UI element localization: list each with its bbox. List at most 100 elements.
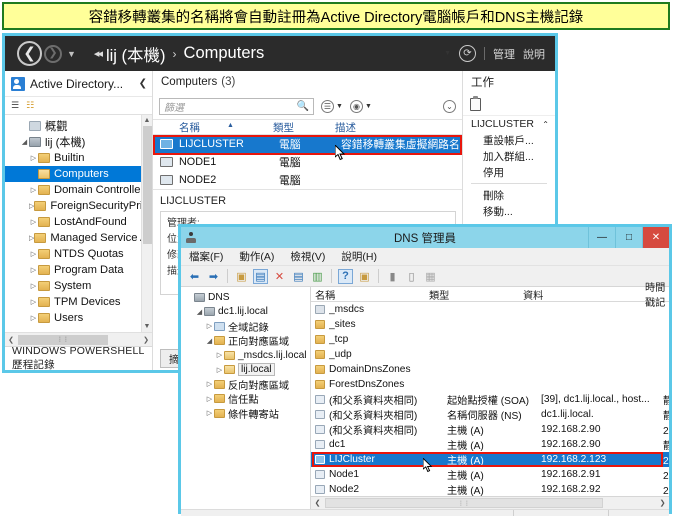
column-header-type[interactable]: 類型 [273, 120, 335, 135]
dns-record-row[interactable]: Node2 主機 (A) 192.168.2.92 2012/12/9 上午 [311, 482, 669, 496]
help-menu[interactable]: 說明 [523, 46, 545, 62]
dns-record-row[interactable]: DomainDnsZones [311, 362, 669, 377]
dns-record-row[interactable]: _msdcs [311, 302, 669, 317]
task-item-刪除[interactable]: 刪除 [463, 187, 555, 203]
expand-filter-button[interactable]: ⌄ [443, 99, 456, 113]
tree-item-domain-controllers[interactable]: ▷ Domain Controllers [5, 182, 152, 198]
close-button[interactable]: ✕ [642, 227, 669, 248]
expander-collapsed-icon[interactable]: ▷ [29, 298, 38, 306]
dns-record-row[interactable]: LIJCluster主機 (A)192.168.2.1232012/12/9 下… [311, 452, 669, 467]
expander-collapsed-icon[interactable]: ▷ [215, 351, 224, 359]
scroll-up-icon[interactable]: ▲ [142, 115, 152, 126]
expander-collapsed-icon[interactable]: ▷ [29, 266, 38, 274]
dns-tree-item-lij.local[interactable]: ▷ lij.local [181, 363, 310, 378]
dns-record-row[interactable]: ForestDnsZones [311, 377, 669, 392]
scrollbar-thumb[interactable] [143, 126, 152, 244]
dns-record-row[interactable]: (和父系資料夾相同) 起始點授權 (SOA) [39], dc1.lij.local… [311, 392, 669, 407]
hscrollbar-thumb[interactable]: ⋮⋮ [18, 334, 108, 345]
filter-criteria-button[interactable]: ☰ ▼ [321, 99, 343, 113]
scroll-down-icon[interactable]: ▼ [142, 321, 152, 332]
scroll-right-icon[interactable]: ❯ [656, 499, 669, 507]
task-item-停用[interactable]: 停用 [463, 164, 555, 180]
tree-vertical-scrollbar[interactable]: ▲ ▼ [141, 115, 152, 332]
refresh-list-icon[interactable]: ▦ [423, 269, 438, 284]
properties-icon[interactable]: ▤ [291, 269, 306, 284]
export-list-icon[interactable]: ▥ [310, 269, 325, 284]
new-zone-icon[interactable]: ▣ [357, 269, 372, 284]
powershell-history-bar[interactable]: WINDOWS POWERSHELL 歷程記錄 [5, 345, 152, 371]
dns-hscrollbar-thumb[interactable]: ⋮⋮ [325, 498, 603, 508]
dns-horizontal-scrollbar[interactable]: ❮ ⋮⋮ ❯ [311, 496, 669, 509]
table-row[interactable]: NODE2 電腦 [153, 171, 462, 189]
tree-item-managed-service-ac[interactable]: ▷ Managed Service Ac [5, 230, 152, 246]
dns-column-type[interactable]: 類型 [429, 287, 523, 302]
expander-open-icon[interactable]: ◢ [20, 138, 29, 146]
expander-collapsed-icon[interactable]: ▷ [29, 282, 38, 290]
show-hide-tree-icon[interactable]: ▤ [253, 268, 268, 284]
menu-說明h[interactable]: 說明(H) [341, 249, 377, 264]
tasks-object-header[interactable]: LIJCLUSTER ⌃ [463, 115, 555, 132]
menu-檢視v[interactable]: 檢視(V) [290, 249, 325, 264]
minimize-button[interactable]: — [588, 227, 615, 248]
expander-collapsed-icon[interactable]: ▷ [205, 322, 214, 330]
server-icon[interactable]: ▮ [385, 269, 400, 284]
page-icon[interactable]: ▯ [404, 269, 419, 284]
column-header-description[interactable]: 描述 [335, 120, 462, 135]
expander-collapsed-icon[interactable]: ▷ [215, 366, 224, 374]
tree-item-builtin[interactable]: ▷ Builtin [5, 150, 152, 166]
filter-input[interactable]: 篩選 🔍 [159, 97, 314, 115]
tree-item-computers[interactable]: Computers [5, 166, 152, 182]
up-folder-icon[interactable]: ▣ [234, 269, 249, 284]
delete-icon[interactable]: ✕ [272, 269, 287, 284]
dns-tree-item-[interactable]: ▷ 反向對應區域 [181, 377, 310, 392]
tree-horizontal-scrollbar[interactable]: ❮ ⋮⋮ ❯ [5, 332, 152, 346]
tree-item-lostandfound[interactable]: ▷ LostAndFound [5, 214, 152, 230]
dns-record-row[interactable]: _sites [311, 317, 669, 332]
expander-open-icon[interactable]: ◢ [205, 337, 214, 345]
back-arrow-icon[interactable]: ⬅ [187, 269, 202, 284]
expander-collapsed-icon[interactable]: ▷ [29, 250, 38, 258]
scroll-right-icon[interactable]: ❯ [140, 336, 152, 344]
breadcrumb-more-icon[interactable]: ▼ [444, 50, 451, 57]
expander-collapsed-icon[interactable]: ▷ [29, 218, 38, 226]
dns-record-row[interactable]: Node1主機 (A)192.168.2.912012/12/9 上午 [311, 467, 669, 482]
tree-item-system[interactable]: ▷ System [5, 278, 152, 294]
tree-item-tpm-devices[interactable]: ▷ TPM Devices [5, 294, 152, 310]
column-header-name[interactable]: 名稱 ▲ [153, 120, 273, 135]
dns-column-data[interactable]: 資料 [523, 287, 645, 302]
task-item-移動[interactable]: 移動... [463, 203, 555, 219]
dns-tree-item-[interactable]: ▷ 條件轉寄站 [181, 406, 310, 421]
table-row[interactable]: NODE1 電腦 [153, 153, 462, 171]
refresh-icon[interactable]: ⟳ [459, 45, 476, 62]
expander-collapsed-icon[interactable]: ▷ [29, 154, 38, 162]
dns-tree-item-[interactable]: ▷ 全域記錄 [181, 319, 310, 334]
scroll-left-icon[interactable]: ❮ [5, 336, 17, 344]
expander-collapsed-icon[interactable]: ▷ [205, 409, 214, 417]
menu-動作a[interactable]: 動作(A) [239, 249, 274, 264]
tree-item-users[interactable]: ▷ Users [5, 310, 152, 326]
clipboard-icon[interactable] [470, 95, 481, 111]
breadcrumb-current[interactable]: Computers [184, 44, 265, 63]
scroll-left-icon[interactable]: ❮ [311, 499, 324, 507]
breadcrumb-overflow-icon[interactable]: ◂◂ [94, 47, 103, 60]
dns-column-name[interactable]: 名稱 [311, 287, 429, 302]
forward-arrow-icon[interactable]: ➡ [206, 269, 221, 284]
dns-tree-item-msdcs.lij.local[interactable]: ▷ _msdcs.lij.local [181, 348, 310, 363]
manage-menu[interactable]: 管理 [493, 46, 515, 62]
expander-open-icon[interactable]: ◢ [195, 308, 204, 316]
dns-record-row[interactable]: (和父系資料夾相同) 主機 (A) 192.168.2.90 2012/12/9 上午 [311, 422, 669, 437]
dns-record-row[interactable]: (和父系資料夾相同) 名稱伺服器 (NS) dc1.lij.local. 靜態 [311, 407, 669, 422]
list-view-icon[interactable]: ☰ [11, 100, 19, 111]
back-button[interactable]: ❮ [17, 41, 42, 66]
dns-tree-item-[interactable]: ▷ 信任點 [181, 392, 310, 406]
expander-collapsed-icon[interactable]: ▷ [205, 395, 214, 403]
chevron-left-icon[interactable]: ❮ [139, 78, 147, 89]
expander-collapsed-icon[interactable]: ▷ [205, 380, 214, 388]
dns-record-row[interactable]: _tcp [311, 332, 669, 347]
breadcrumb-root[interactable]: lij (本機) [106, 42, 166, 66]
table-row[interactable]: LIJCLUSTER 電腦 容錯移轉叢集虛擬網路名... [153, 135, 462, 153]
menu-檔案f[interactable]: 檔案(F) [189, 249, 223, 264]
expander-collapsed-icon[interactable]: ▷ [29, 186, 38, 194]
dns-tree-item-dc1.lij.local[interactable]: ◢ dc1.lij.local [181, 305, 310, 320]
tree-item-program-data[interactable]: ▷ Program Data [5, 262, 152, 278]
